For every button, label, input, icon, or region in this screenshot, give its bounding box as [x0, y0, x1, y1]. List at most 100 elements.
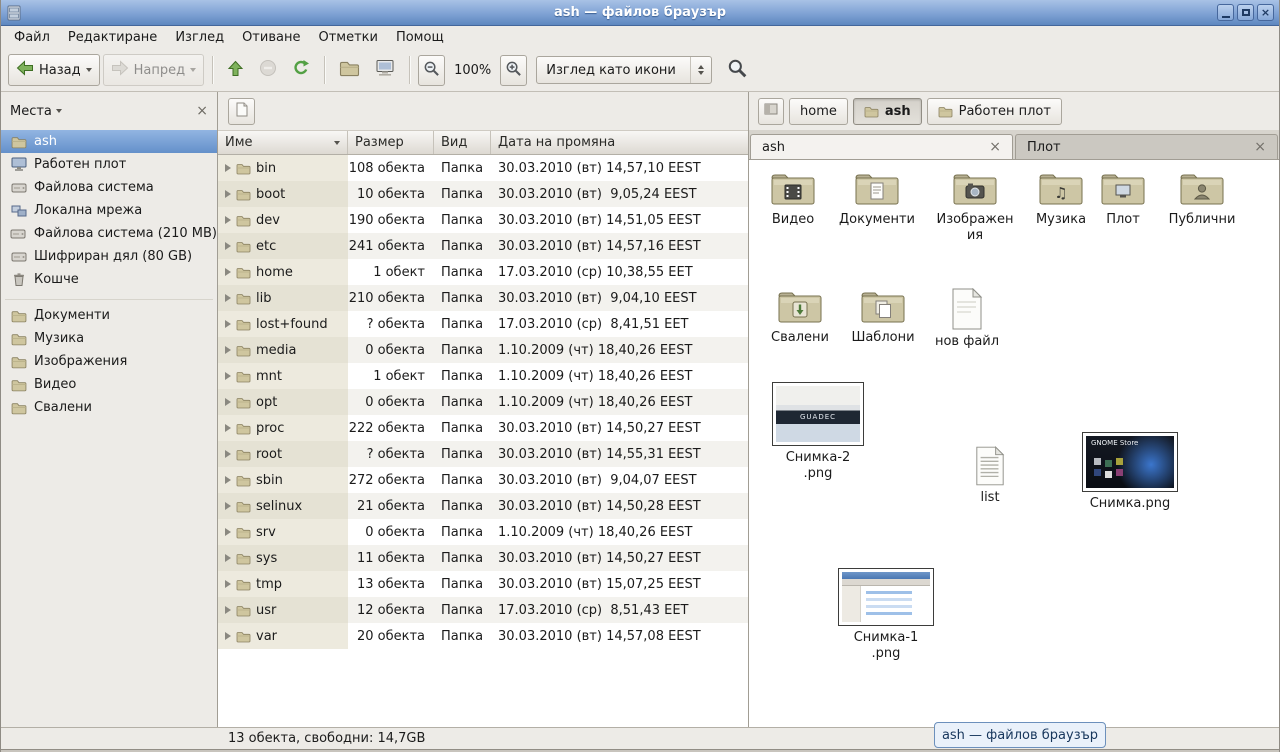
menu-bookmarks[interactable]: Отметки: [309, 27, 386, 48]
breadcrumb-ash[interactable]: ash: [853, 98, 922, 125]
expander-icon[interactable]: [225, 476, 231, 484]
sidebar-item-encrypted-80gb[interactable]: Шифриран дял (80 GB): [1, 245, 217, 268]
icon-item-newfile[interactable]: нов файл: [927, 288, 1007, 350]
tab-ash[interactable]: ash×: [750, 134, 1013, 159]
maximize-button[interactable]: [1237, 4, 1254, 21]
table-row[interactable]: media0 обектаПапка1.10.2009 (чт) 18,40,2…: [218, 337, 748, 363]
table-row[interactable]: srv0 обектаПапка1.10.2009 (чт) 18,40,26 …: [218, 519, 748, 545]
sidebar-item-desktop[interactable]: Работен плот: [1, 153, 217, 176]
minimize-button[interactable]: [1217, 4, 1234, 21]
icon-item-documents[interactable]: Документи: [837, 170, 917, 228]
icon-item-shot1[interactable]: Снимка-1.png: [834, 568, 938, 661]
sidebar-item-local-network[interactable]: Локална мрежа: [1, 199, 217, 222]
sidebar-item-images[interactable]: Изображения: [1, 350, 217, 373]
table-row[interactable]: boot10 обектаПапка30.03.2010 (вт) 9,05,2…: [218, 181, 748, 207]
menu-view[interactable]: Изглед: [166, 27, 233, 48]
expander-icon[interactable]: [225, 502, 231, 510]
sidebar-item-trash[interactable]: Кошче: [1, 268, 217, 291]
back-button[interactable]: Назад: [8, 54, 100, 86]
expander-icon[interactable]: [225, 294, 231, 302]
menu-go[interactable]: Отиване: [233, 27, 309, 48]
icon-item-templates[interactable]: Шаблони: [843, 288, 923, 346]
sidebar-item-filesystem-210mb[interactable]: Файлова система (210 MB): [1, 222, 217, 245]
table-row[interactable]: lost+found? обектаПапка17.03.2010 (ср) 8…: [218, 311, 748, 337]
table-row[interactable]: etc241 обектаПапка30.03.2010 (вт) 14,57,…: [218, 233, 748, 259]
expander-icon[interactable]: [225, 216, 231, 224]
location-toggle-button[interactable]: [228, 98, 255, 125]
tab-close-icon[interactable]: ×: [989, 140, 1001, 154]
computer-button[interactable]: [369, 53, 401, 87]
expander-icon[interactable]: [225, 424, 231, 432]
expander-icon[interactable]: [225, 346, 231, 354]
tab-close-icon[interactable]: ×: [1254, 140, 1266, 154]
expander-icon[interactable]: [225, 632, 231, 640]
icon-item-shot[interactable]: GNOME StoreСнимка.png: [1078, 432, 1182, 512]
expander-icon[interactable]: [225, 242, 231, 250]
zoom-in-button[interactable]: [500, 55, 527, 86]
icon-item-desktop[interactable]: Плот: [1089, 170, 1157, 228]
table-row[interactable]: lib210 обектаПапка30.03.2010 (вт) 9,04,1…: [218, 285, 748, 311]
view-mode-select[interactable]: Изглед като икони: [536, 56, 712, 84]
table-row[interactable]: opt0 обектаПапка1.10.2009 (чт) 18,40,26 …: [218, 389, 748, 415]
table-row[interactable]: var20 обектаПапка30.03.2010 (вт) 14,57,0…: [218, 623, 748, 649]
sidebar-item-ash[interactable]: ash: [1, 130, 217, 153]
column-header-name[interactable]: Име: [218, 131, 348, 154]
close-button[interactable]: ×: [1257, 4, 1274, 21]
table-row[interactable]: dev190 обектаПапка30.03.2010 (вт) 14,51,…: [218, 207, 748, 233]
stop-button[interactable]: [253, 53, 283, 87]
tab-Плот[interactable]: Плот×: [1015, 134, 1278, 159]
expander-icon[interactable]: [225, 320, 231, 328]
breadcrumb-home[interactable]: home: [789, 98, 848, 125]
column-header-type[interactable]: Вид: [434, 131, 491, 154]
sidebar-item-music[interactable]: Музика: [1, 327, 217, 350]
forward-button[interactable]: Напред: [103, 54, 204, 86]
table-row[interactable]: root? обектаПапка30.03.2010 (вт) 14,55,3…: [218, 441, 748, 467]
table-row[interactable]: usr12 обектаПапка17.03.2010 (ср) 8,51,43…: [218, 597, 748, 623]
sidebar-item-downloads[interactable]: Свалени: [1, 396, 217, 419]
table-row[interactable]: home1 обектПапка17.03.2010 (ср) 10,38,55…: [218, 259, 748, 285]
column-header-date[interactable]: Дата на промяна: [491, 131, 748, 154]
table-row[interactable]: bin108 обектаПапка30.03.2010 (вт) 14,57,…: [218, 155, 748, 181]
menu-file[interactable]: Файл: [5, 27, 59, 48]
icon-item-video[interactable]: Видео: [753, 170, 833, 228]
expander-icon[interactable]: [225, 372, 231, 380]
icon-item-downloads[interactable]: Свалени: [760, 288, 840, 346]
column-header-size[interactable]: Размер: [348, 131, 434, 154]
path-bar-pager-button[interactable]: [758, 98, 784, 125]
titlebar[interactable]: ash — файлов браузър ×: [1, 0, 1279, 26]
sidebar-item-video[interactable]: Видео: [1, 373, 217, 396]
expander-icon[interactable]: [225, 450, 231, 458]
expander-icon[interactable]: [225, 398, 231, 406]
icon-item-shot2[interactable]: GUADECСнимка-2.png: [766, 382, 870, 481]
table-row[interactable]: sbin272 обектаПапка30.03.2010 (вт) 9,04,…: [218, 467, 748, 493]
sidebar-item-filesystem[interactable]: Файлова система: [1, 176, 217, 199]
sidebar-close-icon[interactable]: ×: [196, 104, 208, 118]
expander-icon[interactable]: [225, 528, 231, 536]
expander-icon[interactable]: [225, 164, 231, 172]
breadcrumb-Работен плот[interactable]: Работен плот: [927, 98, 1062, 125]
menu-edit[interactable]: Редактиране: [59, 27, 166, 48]
icon-item-public[interactable]: Публични: [1162, 170, 1242, 228]
sidebar-item-documents[interactable]: Документи: [1, 304, 217, 327]
table-row[interactable]: tmp13 обектаПапка30.03.2010 (вт) 15,07,2…: [218, 571, 748, 597]
expander-icon[interactable]: [225, 268, 231, 276]
expander-icon[interactable]: [225, 554, 231, 562]
home-button[interactable]: [333, 53, 366, 87]
icon-item-list[interactable]: list: [960, 446, 1020, 506]
up-button[interactable]: [221, 54, 250, 87]
table-row[interactable]: mnt1 обектПапка1.10.2009 (чт) 18,40,26 E…: [218, 363, 748, 389]
search-button[interactable]: [721, 52, 753, 88]
reload-button[interactable]: [286, 53, 316, 87]
expander-icon[interactable]: [225, 606, 231, 614]
zoom-out-button[interactable]: [418, 55, 445, 86]
table-row[interactable]: proc222 обектаПапка30.03.2010 (вт) 14,50…: [218, 415, 748, 441]
table-row[interactable]: sys11 обектаПапка30.03.2010 (вт) 14,50,2…: [218, 545, 748, 571]
table-row[interactable]: selinux21 обектаПапка30.03.2010 (вт) 14,…: [218, 493, 748, 519]
menu-help[interactable]: Помощ: [387, 27, 453, 48]
expander-icon[interactable]: [225, 580, 231, 588]
taskbar-window-button[interactable]: ash — файлов браузър: [934, 722, 1106, 748]
sidebar-title[interactable]: Места: [10, 104, 52, 119]
icon-view[interactable]: ВидеоДокументиИзображения♫МузикаПлотПубл…: [749, 160, 1279, 727]
expander-icon[interactable]: [225, 190, 231, 198]
icon-item-images[interactable]: Изображения: [935, 170, 1015, 243]
